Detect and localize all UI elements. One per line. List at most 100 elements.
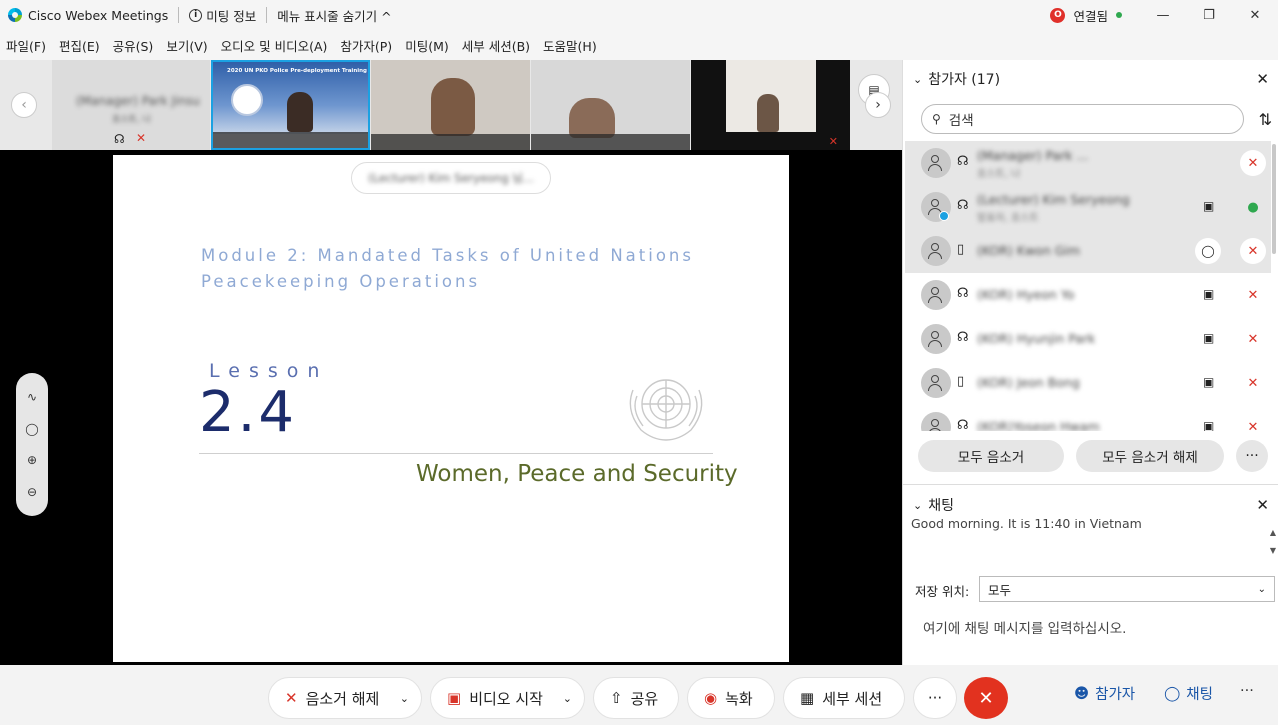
breakout-button[interactable]: ▦ 세부 세션 bbox=[783, 677, 905, 719]
chat-recipient-select[interactable]: 모두 ⌄ bbox=[979, 576, 1275, 602]
chat-recipient-value: 모두 bbox=[988, 582, 1012, 598]
video-tile-presenter[interactable]: 2020 UN PKO Police Pre-deployment Traini… bbox=[211, 60, 370, 150]
participant-scrollbar[interactable] bbox=[1272, 144, 1276, 254]
participant-name: (KOR) Hyunjin Park bbox=[977, 331, 1096, 346]
mic-muted-icon[interactable]: ✕ bbox=[1240, 150, 1266, 176]
maximize-button[interactable]: ❐ bbox=[1186, 0, 1232, 30]
video-camera-icon: ▣ bbox=[1203, 331, 1215, 345]
mic-muted-icon[interactable]: ✕ bbox=[1240, 326, 1266, 352]
video-tile-participant[interactable] bbox=[531, 60, 690, 150]
eraser-icon[interactable]: ◯ bbox=[25, 422, 38, 436]
headset-icon: ☊ bbox=[957, 418, 969, 431]
participant-role: 호스트, 나 bbox=[977, 169, 1021, 180]
tile-caption bbox=[531, 134, 690, 150]
record-label: 녹화 bbox=[725, 689, 753, 708]
menu-participants[interactable]: 참가자(P) bbox=[340, 36, 392, 55]
participant-row[interactable]: ▯ (KOR) Kwon Gim ◯ ✕ bbox=[905, 229, 1271, 273]
connection-badge-icon: O bbox=[1050, 7, 1066, 23]
slide-divider bbox=[199, 453, 713, 454]
mic-muted-icon[interactable]: ✕ bbox=[1240, 282, 1266, 308]
mic-active-icon[interactable]: ● bbox=[1240, 194, 1266, 220]
participant-name: (KOR)Yoseon Hwam bbox=[977, 419, 1100, 431]
unmute-all-button[interactable]: 모두 음소거 해제 bbox=[1076, 440, 1224, 472]
chat-message: Good morning. It is 11:40 in Vietnam bbox=[911, 519, 1142, 531]
headset-icon: ☊ bbox=[957, 286, 969, 301]
menu-breakout[interactable]: 세부 세션(B) bbox=[462, 36, 530, 55]
panel-divider bbox=[903, 484, 1278, 485]
chevron-down-icon: ⌄ bbox=[1257, 583, 1266, 595]
participant-row[interactable]: ☊ (Manager) Park ... 호스트, 나 ✕ bbox=[905, 141, 1271, 185]
participant-row[interactable]: ▯ (KOR) Jeon Bong ▣ ✕ bbox=[905, 361, 1271, 405]
collapse-chevron-icon[interactable]: ⌄ bbox=[913, 73, 922, 86]
chat-scroll-arrows[interactable]: ▲ ▼ bbox=[1270, 528, 1276, 555]
avatar bbox=[921, 148, 951, 178]
participants-label: 참가자 bbox=[1095, 687, 1136, 703]
pen-icon[interactable]: ∿ bbox=[27, 390, 37, 404]
shared-content-stage: (Lecturer) Kim Seryeong 님... Module 2: M… bbox=[0, 150, 902, 665]
participant-row[interactable]: ☊ (KOR) Hyunjin Park ▣ ✕ bbox=[905, 317, 1271, 361]
more-options-button[interactable]: ··· bbox=[913, 677, 957, 719]
close-chat-icon[interactable]: ✕ bbox=[1256, 496, 1269, 514]
presenter-figure bbox=[287, 92, 313, 132]
close-participants-icon[interactable]: ✕ bbox=[1256, 70, 1269, 88]
menu-share[interactable]: 공유(S) bbox=[113, 36, 154, 55]
mic-muted-icon[interactable]: ✕ bbox=[1240, 414, 1266, 432]
slide-lesson-label: Lesson bbox=[209, 360, 329, 382]
mute-all-button[interactable]: 모두 음소거 bbox=[918, 440, 1064, 472]
video-tile-self[interactable]: (Manager) Park Jinsu 호스트, 나 ☊ ✕ bbox=[52, 60, 210, 150]
webex-logo-icon bbox=[8, 8, 22, 22]
share-button[interactable]: ⇧ 공유 bbox=[593, 677, 679, 719]
slide-module-title: Module 2: Mandated Tasks of United Natio… bbox=[201, 243, 694, 295]
sort-icon[interactable]: ⇅ bbox=[1259, 110, 1272, 129]
search-icon: ⚲ bbox=[932, 112, 941, 126]
participants-more-button[interactable]: ··· bbox=[1236, 440, 1268, 472]
zoom-in-icon[interactable]: ⊕ bbox=[27, 453, 37, 467]
active-speaker-pill[interactable]: (Lecturer) Kim Seryeong 님... bbox=[351, 162, 551, 194]
side-panel: ⌄ 참가자 (17) ✕ ⚲ 검색 ⇅ ☊ (Manager) Park ...… bbox=[902, 60, 1278, 665]
unmute-button[interactable]: ✕ 음소거 해제 ⌄ bbox=[268, 677, 422, 719]
panel-more-button[interactable]: ··· bbox=[1240, 683, 1254, 699]
participant-row[interactable]: ☊ (KOR) Hyeon Yo ▣ ✕ bbox=[905, 273, 1271, 317]
menu-file[interactable]: 파일(F) bbox=[6, 36, 46, 55]
menu-view[interactable]: 보기(V) bbox=[166, 36, 207, 55]
chevron-down-icon[interactable]: ⌄ bbox=[563, 692, 572, 705]
headset-icon: ☊ bbox=[957, 330, 969, 345]
strip-next-button[interactable]: › bbox=[865, 92, 891, 118]
chat-panel-button[interactable]: ◯ 채팅 bbox=[1164, 683, 1213, 704]
un-emblem-icon bbox=[629, 379, 703, 441]
zoom-out-icon[interactable]: ⊖ bbox=[27, 485, 37, 499]
menu-help[interactable]: 도움말(H) bbox=[543, 36, 597, 55]
close-window-button[interactable]: ✕ bbox=[1232, 0, 1278, 30]
end-call-button[interactable]: ✕ bbox=[964, 677, 1008, 719]
record-button[interactable]: ◉ 녹화 bbox=[687, 677, 775, 719]
speaker-label: (Lecturer) Kim Seryeong 님... bbox=[368, 171, 534, 185]
search-input[interactable]: ⚲ 검색 bbox=[921, 104, 1244, 134]
mic-muted-icon[interactable]: ✕ bbox=[1240, 370, 1266, 396]
participant-row[interactable]: ☊ (Lecturer) Kim Seryeong 발표자, 호스트 ▣ ● bbox=[905, 185, 1271, 229]
video-tile-participant[interactable] bbox=[371, 60, 530, 150]
participant-role: 발표자, 호스트 bbox=[977, 213, 1039, 224]
chevron-down-icon[interactable]: ⌄ bbox=[400, 692, 409, 705]
chat-bubble-icon[interactable]: ◯ bbox=[1195, 238, 1221, 264]
menu-edit[interactable]: 편집(E) bbox=[59, 36, 100, 55]
menu-meeting[interactable]: 미팅(M) bbox=[405, 36, 449, 55]
slide: (Lecturer) Kim Seryeong 님... Module 2: M… bbox=[113, 155, 789, 662]
slide-lesson-number: 2.4 bbox=[199, 380, 298, 445]
minimize-button[interactable]: — bbox=[1140, 0, 1186, 30]
breakout-icon: ▦ bbox=[800, 689, 815, 707]
participants-panel-button[interactable]: ☻ 참가자 bbox=[1074, 683, 1135, 704]
participant-row[interactable]: ☊ (KOR)Yoseon Hwam ▣ ✕ bbox=[905, 405, 1271, 431]
start-video-button[interactable]: ▣ 비디오 시작 ⌄ bbox=[430, 677, 585, 719]
strip-prev-button[interactable]: ‹ bbox=[11, 92, 37, 118]
participant-name: (KOR) Jeon Bong bbox=[977, 375, 1080, 390]
title-bar: Cisco Webex Meetings i 미팅 정보 메뉴 표시줄 숨기기 … bbox=[0, 0, 1278, 30]
mic-muted-icon[interactable]: ✕ bbox=[1240, 238, 1266, 264]
connection-status[interactable]: 연결됨 bbox=[1073, 6, 1108, 25]
menu-audio-video[interactable]: 오디오 및 비디오(A) bbox=[221, 36, 328, 55]
menu-toggle-button[interactable]: 메뉴 표시줄 숨기기 ^ bbox=[277, 6, 391, 25]
meeting-info-button[interactable]: 미팅 정보 bbox=[206, 6, 256, 25]
video-tile-participant[interactable]: ✕ bbox=[691, 60, 850, 150]
info-icon[interactable]: i bbox=[189, 8, 203, 22]
chat-input[interactable]: 여기에 채팅 메시지를 입력하십시오. bbox=[923, 617, 1126, 637]
collapse-chevron-icon[interactable]: ⌄ bbox=[913, 499, 922, 512]
